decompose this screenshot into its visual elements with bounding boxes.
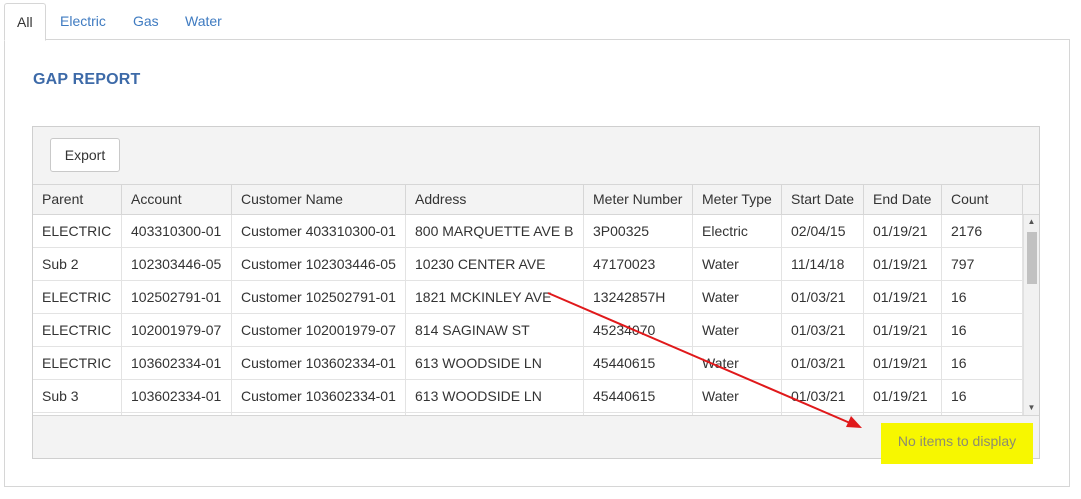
cell-customer-name: Customer 403310300-01 [232,215,406,247]
cell-account: 102303446-05 [122,248,232,280]
data-grid: Export Parent Account Customer Name Addr… [32,126,1040,464]
cell-start-date: 01/03/21 [782,314,864,346]
cell-end-date: 01/19/21 [864,347,942,379]
scroll-down-arrow-icon[interactable]: ▼ [1024,401,1039,415]
column-header-parent[interactable]: Parent [33,185,122,214]
cell-address: 613 WOODSIDE LN [406,347,584,379]
cell-address: 814 SAGINAW ST [406,314,584,346]
grid-toolbar: Export [33,127,1039,184]
cell-count: 16 [942,380,1023,412]
cell-end-date: 01/19/21 [864,215,942,247]
cell-end-date: 01/19/21 [864,314,942,346]
cell-address: 613 WOODSIDE LN [406,380,584,412]
cell-start-date: 01/03/21 [782,347,864,379]
cell-parent: ELECTRIC [33,215,122,247]
cell-account: 403310300-01 [122,215,232,247]
cell-end-date: 01/19/21 [864,248,942,280]
cell-address: 1821 MCKINLEY AVE [406,281,584,313]
column-header-meter-number[interactable]: Meter Number [584,185,693,214]
cell-parent: ELECTRIC [33,347,122,379]
cell-meter-type: Water [693,314,782,346]
cell-count: 16 [942,314,1023,346]
cell-meter-type: Water [693,248,782,280]
column-header-end-date[interactable]: End Date [864,185,942,214]
cell-meter-number: 45440615 [584,380,693,412]
table-row[interactable]: Sub 2 102303446-05 Customer 102303446-05… [33,248,1023,281]
cell-meter-type: Water [693,380,782,412]
cell-meter-number: 47170023 [584,248,693,280]
cell-parent: ELECTRIC [33,314,122,346]
cell-meter-number: 3P00325 [584,215,693,247]
table-row[interactable]: ELECTRIC 102001979-07 Customer 102001979… [33,314,1023,347]
tab-all[interactable]: All [4,3,46,41]
column-header-meter-type[interactable]: Meter Type [693,185,782,214]
cell-start-date: 01/03/21 [782,281,864,313]
cell-count: 797 [942,248,1023,280]
table-row[interactable]: ELECTRIC 403310300-01 Customer 403310300… [33,215,1023,248]
column-header-customer-name[interactable]: Customer Name [232,185,406,214]
cell-parent: Sub 3 [33,380,122,412]
cell-start-date: 01/03/21 [782,380,864,412]
column-header-count[interactable]: Count [942,185,1023,214]
cell-address: 10230 CENTER AVE [406,248,584,280]
cell-start-date: 11/14/18 [782,248,864,280]
no-items-status: No items to display [881,423,1033,464]
vertical-scrollbar[interactable]: ▲ ▼ [1023,215,1039,415]
cell-parent: ELECTRIC [33,281,122,313]
export-button[interactable]: Export [50,138,120,172]
grid-footer: No items to display [33,415,1039,464]
cell-meter-type: Electric [693,215,782,247]
cell-customer-name: Customer 102303446-05 [232,248,406,280]
cell-address: 800 MARQUETTE AVE B [406,215,584,247]
cell-customer-name: Customer 102001979-07 [232,314,406,346]
cell-meter-number: 45234070 [584,314,693,346]
cell-end-date: 01/19/21 [864,380,942,412]
scroll-up-arrow-icon[interactable]: ▲ [1024,215,1039,229]
cell-customer-name: Customer 102502791-01 [232,281,406,313]
cell-customer-name: Customer 103602334-01 [232,347,406,379]
cell-meter-type: Water [693,281,782,313]
cell-account: 102001979-07 [122,314,232,346]
column-header-address[interactable]: Address [406,185,584,214]
cell-count: 16 [942,281,1023,313]
cell-meter-number: 13242857H [584,281,693,313]
cell-start-date: 02/04/15 [782,215,864,247]
cell-customer-name: Customer 103602334-01 [232,380,406,412]
grid-header: Parent Account Customer Name Address Met… [33,184,1039,215]
cell-count: 16 [942,347,1023,379]
scroll-thumb[interactable] [1027,232,1037,284]
tab-gas[interactable]: Gas [121,3,171,40]
cell-count: 2176 [942,215,1023,247]
grid-body: ELECTRIC 403310300-01 Customer 403310300… [33,215,1023,415]
column-header-start-date[interactable]: Start Date [782,185,864,214]
cell-parent: Sub 2 [33,248,122,280]
table-row[interactable]: Sub 3 103602334-01 Customer 103602334-01… [33,380,1023,413]
cell-account: 103602334-01 [122,347,232,379]
tab-water[interactable]: Water [173,3,234,40]
cell-meter-number: 45440615 [584,347,693,379]
tab-electric[interactable]: Electric [48,3,118,40]
page-title: GAP REPORT [33,71,141,88]
column-header-account[interactable]: Account [122,185,232,214]
cell-end-date: 01/19/21 [864,281,942,313]
table-row[interactable]: ELECTRIC 102502791-01 Customer 102502791… [33,281,1023,314]
cell-account: 102502791-01 [122,281,232,313]
cell-account: 103602334-01 [122,380,232,412]
cell-meter-type: Water [693,347,782,379]
table-row[interactable]: ELECTRIC 103602334-01 Customer 103602334… [33,347,1023,380]
